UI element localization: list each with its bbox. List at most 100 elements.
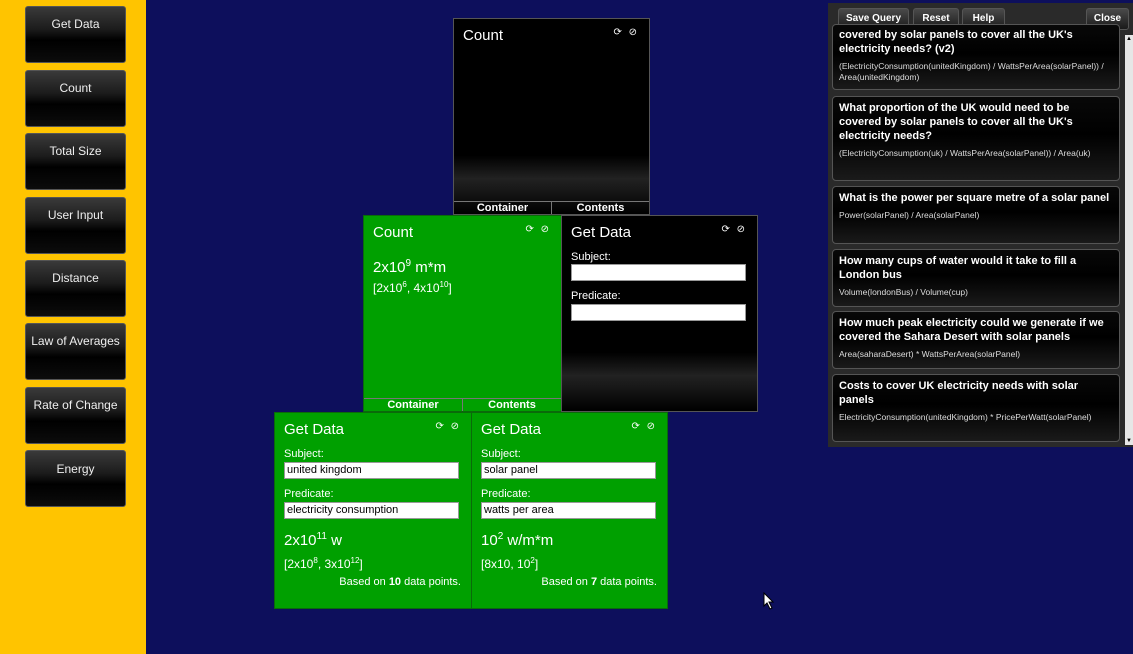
sidebar-item-user-input[interactable]: User Input (25, 197, 126, 254)
query-question: What proportion of the UK would need to … (839, 102, 1073, 142)
panel-icons: ⟳ ⊘ (631, 421, 657, 432)
scroll-up-icon[interactable]: ▲ (1125, 35, 1133, 43)
remove-icon[interactable]: ⊘ (629, 27, 639, 38)
query-list-scrollbar[interactable]: ▲ ▼ (1125, 35, 1133, 445)
range-upper: , 4x10 (406, 281, 440, 295)
refresh-icon[interactable]: ⟳ (435, 421, 445, 432)
sidebar-item-count[interactable]: Count (25, 70, 126, 127)
sidebar-item-label: Get Data (51, 17, 100, 31)
tab-contents[interactable]: Contents (551, 201, 649, 214)
refresh-icon[interactable]: ⟳ (721, 224, 731, 235)
result-range: [8x10, 102] (481, 556, 538, 571)
refresh-icon[interactable]: ⟳ (525, 224, 535, 235)
value-base: 2x10 (284, 532, 317, 549)
remove-icon[interactable]: ⊘ (451, 421, 461, 432)
result-value: 2x1011 w (284, 531, 342, 549)
predicate-input[interactable]: electricity consumption (284, 502, 459, 519)
basis-prefix: Based on (339, 576, 389, 588)
value-base: 2x10 (373, 259, 406, 276)
query-formula: (ElectricityConsumption(uk) / WattsPerAr… (839, 148, 1091, 158)
sidebar-item-rate-of-change[interactable]: Rate of Change (25, 387, 126, 444)
subject-label: Subject: (571, 251, 611, 263)
panel-title: Count (373, 224, 414, 241)
result-value: 102 w/m*m (481, 531, 553, 549)
predicate-label: Predicate: (571, 290, 621, 302)
basis-suffix: data points. (401, 576, 461, 588)
subject-label: Subject: (284, 448, 324, 460)
subject-input[interactable] (571, 264, 746, 281)
predicate-input[interactable]: watts per area (481, 502, 656, 519)
tab-container[interactable]: Container (454, 201, 551, 214)
sidebar-item-distance[interactable]: Distance (25, 260, 126, 317)
sidebar-item-label: Rate of Change (33, 398, 118, 412)
panel-icons: ⟳ ⊘ (435, 421, 461, 432)
value-unit: m*m (411, 259, 447, 276)
sidebar-item-energy[interactable]: Energy (25, 450, 126, 507)
range-text: [8x10, 10 (481, 557, 531, 571)
query-formula: Area(saharaDesert) * WattsPerArea(solarP… (839, 349, 1021, 359)
tab-contents[interactable]: Contents (462, 398, 561, 411)
subject-input[interactable]: united kingdom (284, 462, 459, 479)
query-formula: ElectricityConsumption(unitedKingdom) * … (839, 412, 1092, 422)
panel-icons: ⟳ ⊘ (525, 224, 551, 235)
sidebar-item-total-size[interactable]: Total Size (25, 133, 126, 190)
predicate-label: Predicate: (481, 488, 531, 500)
predicate-input[interactable] (571, 304, 746, 321)
tab-container[interactable]: Container (364, 398, 462, 411)
saved-query-item[interactable]: What proportion of the UK would need to … (832, 96, 1120, 181)
sidebar-item-get-data[interactable]: Get Data (25, 6, 126, 63)
get-data-panel-empty[interactable]: Get Data ⟳ ⊘ Subject: Predicate: (561, 215, 758, 412)
range-lower: [2x10 (284, 557, 314, 571)
panel-icons: ⟳ ⊘ (721, 224, 747, 235)
count-panel-top[interactable]: Count ⟳ ⊘ Container Contents (453, 18, 650, 215)
remove-icon[interactable]: ⊘ (541, 224, 551, 235)
basis-prefix: Based on (541, 576, 591, 588)
query-formula: (ElectricityConsumption(unitedKingdom) /… (839, 61, 1104, 82)
query-question: What is the power per square metre of a … (839, 192, 1110, 204)
result-value: 2x109 m*m (373, 258, 446, 276)
mouse-cursor-icon (763, 592, 775, 610)
refresh-icon[interactable]: ⟳ (613, 27, 623, 38)
query-formula: Power(solarPanel) / Area(solarPanel) (839, 210, 980, 220)
panel-title: Get Data (481, 421, 542, 438)
panel-title: Count (463, 27, 504, 44)
saved-query-item[interactable]: covered by solar panels to cover all the… (832, 24, 1120, 90)
range-lower: [2x10 (373, 281, 403, 295)
saved-queries-panel: Save Query Reset Help Close covered by s… (828, 3, 1133, 447)
remove-icon[interactable]: ⊘ (737, 224, 747, 235)
data-points-note: Based on 7 data points. (541, 576, 657, 588)
refresh-icon[interactable]: ⟳ (631, 421, 641, 432)
basis-suffix: data points. (597, 576, 657, 588)
range-close: ] (359, 557, 363, 571)
saved-query-item[interactable]: How much peak electricity could we gener… (832, 311, 1120, 369)
range-close: ] (448, 281, 452, 295)
result-range: [2x106, 4x1010] (373, 280, 452, 295)
data-points-note: Based on 10 data points. (339, 576, 461, 588)
sidebar-item-label: Law of Averages (31, 334, 120, 348)
scroll-down-icon[interactable]: ▼ (1125, 437, 1133, 445)
saved-query-item[interactable]: Costs to cover UK electricity needs with… (832, 374, 1120, 442)
data-point-count: 10 (388, 576, 402, 588)
sidebar-item-label: Energy (56, 462, 95, 476)
subject-label: Subject: (481, 448, 521, 460)
panel-title: Get Data (284, 421, 345, 438)
predicate-label: Predicate: (284, 488, 334, 500)
value-unit: w (326, 532, 342, 549)
saved-query-item[interactable]: What is the power per square metre of a … (832, 186, 1120, 244)
panel-icons: ⟳ ⊘ (613, 27, 639, 38)
query-question: Costs to cover UK electricity needs with… (839, 380, 1079, 406)
saved-query-item[interactable]: How many cups of water would it take to … (832, 249, 1120, 307)
value-exponent: 11 (316, 531, 327, 542)
get-data-panel-uk[interactable]: Get Data ⟳ ⊘ Subject: united kingdom Pre… (274, 412, 472, 609)
count-panel-green[interactable]: Count ⟳ ⊘ 2x109 m*m [2x106, 4x1010] Cont… (363, 215, 562, 412)
range-close: ] (534, 557, 539, 571)
sidebar-item-label: User Input (47, 208, 104, 222)
sidebar-item-label: Count (59, 81, 92, 95)
remove-icon[interactable]: ⊘ (647, 421, 657, 432)
query-question: How many cups of water would it take to … (839, 255, 1077, 281)
query-question: covered by solar panels to cover all the… (839, 29, 1073, 55)
get-data-panel-solar[interactable]: Get Data ⟳ ⊘ Subject: solar panel Predic… (471, 412, 668, 609)
query-question: How much peak electricity could we gener… (839, 317, 1104, 343)
subject-input[interactable]: solar panel (481, 462, 656, 479)
sidebar-item-law-of-averages[interactable]: Law of Averages (25, 323, 126, 380)
